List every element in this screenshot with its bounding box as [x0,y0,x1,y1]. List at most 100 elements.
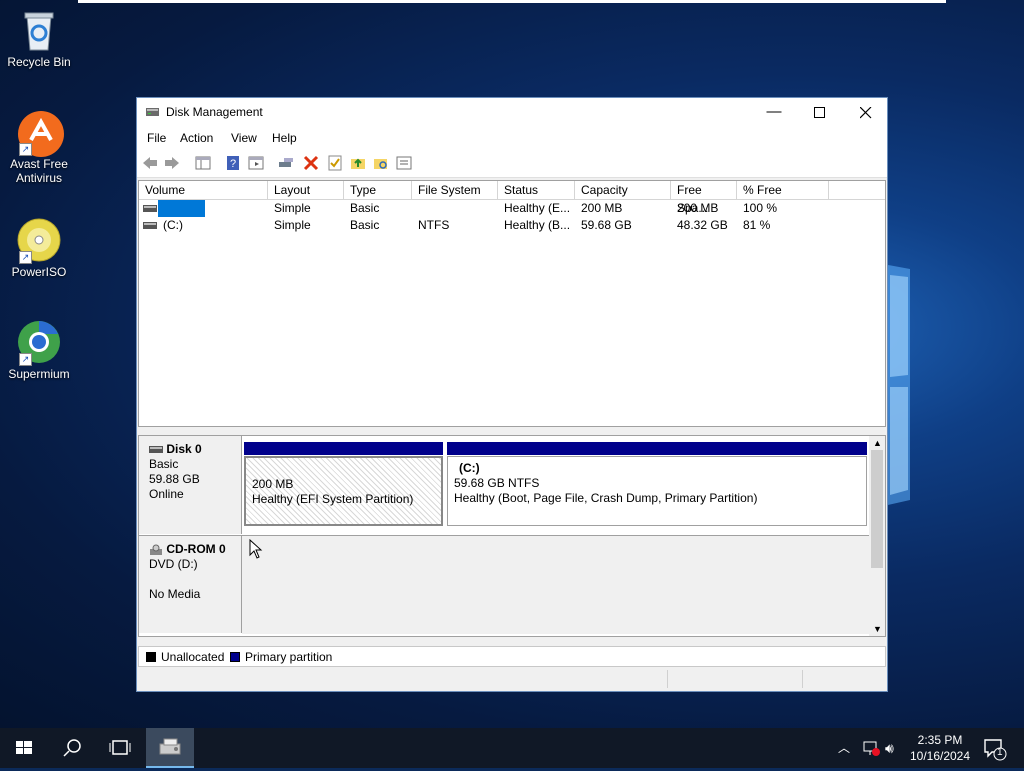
disk-management-icon [146,108,159,116]
status-divider [802,670,803,688]
desktop-icon-label: PowerISO [11,265,67,279]
shortcut-arrow-icon: ↗ [19,251,32,264]
column-file-system[interactable]: File System [412,181,498,199]
taskbar-disk-management[interactable] [146,728,194,768]
desktop-icon-recycle-bin[interactable]: Recycle Bin [1,8,77,69]
cell-file-system [412,200,498,217]
shortcut-arrow-icon: ↗ [19,353,32,366]
console-tree-icon[interactable] [194,154,212,172]
scroll-thumb[interactable] [871,450,883,568]
column-volume[interactable]: Volume [139,181,268,199]
partition-title [252,462,435,477]
column-status[interactable]: Status [498,181,575,199]
disk-icon [149,446,163,454]
desktop-icon-label: Supermium [8,367,70,381]
scroll-down-icon[interactable]: ▼ [873,624,882,634]
folder-search-icon[interactable] [372,154,390,172]
c-partition[interactable]: (C:) 59.68 GB NTFS Healthy (Boot, Page F… [447,456,867,526]
partition-size: 200 MB [252,477,294,491]
delete-icon[interactable] [302,154,320,172]
svg-text:?: ? [230,158,236,170]
clock-date: 10/16/2024 [909,749,971,763]
back-icon[interactable] [141,154,159,172]
disk-0-label[interactable]: Disk 0 Basic 59.88 GB Online [139,436,242,534]
partition-header-bar [244,442,443,455]
tray-chevron-icon[interactable]: ︿ [838,728,850,768]
cell-type: Basic [350,201,380,215]
desktop-icon-avast[interactable]: ↗ Avast Free Antivirus [1,110,77,185]
cell-capacity: 59.68 GB [581,218,632,232]
menu-bar: File Action View Help [137,128,887,149]
search-button[interactable] [48,728,96,768]
toolbar: ? [137,149,887,178]
start-button[interactable] [0,728,48,768]
volume-icon [143,222,157,229]
minimize-button[interactable]: — [751,98,797,128]
top-window-edge [78,0,946,3]
network-icon[interactable] [862,728,882,768]
menu-help[interactable]: Help [272,131,297,145]
partition-status: Healthy (Boot, Page File, Crash Dump, Pr… [454,491,758,505]
legend-unallocated: Unallocated [161,650,225,664]
maximize-button[interactable] [797,98,843,128]
status-divider [667,670,668,688]
legend-primary: Primary partition [245,650,333,664]
title-bar[interactable]: Disk Management — [137,98,887,128]
mouse-cursor [249,539,263,559]
cell-type: Basic [350,218,380,232]
disk-map-scrollbar[interactable]: ▲ ▼ [869,436,885,636]
volume-list-header: Volume Layout Type File System Status Ca… [139,181,885,215]
disk-management-taskbar-icon [159,738,181,755]
volume-name-selected[interactable] [158,200,205,217]
partition-title: (C:) [459,461,480,475]
efi-partition[interactable]: 200 MB Healthy (EFI System Partition) [244,456,443,526]
action-pane-icon[interactable] [247,154,265,172]
forward-icon[interactable] [163,154,181,172]
avast-icon: ↗ [17,110,64,157]
desktop-icon-label: Recycle Bin [7,55,71,69]
taskbar: ︿ 🔊︎ 2:35 PM 10/16/2024 1 [0,728,1024,768]
column-free-space[interactable]: Free Spa... [671,181,737,215]
scroll-up-icon[interactable]: ▲ [873,438,882,448]
action-center-button[interactable]: 1 [980,728,1010,768]
menu-action[interactable]: Action [180,131,213,145]
volume-icon[interactable]: 🔊︎ [885,728,894,768]
disk-map: Disk 0 Basic 59.88 GB Online 200 MB Heal… [138,435,886,637]
help-icon[interactable]: ? [224,154,242,172]
cdrom-0-area [242,535,870,634]
column-capacity[interactable]: Capacity [575,181,671,199]
menu-view[interactable]: View [231,131,257,145]
search-icon [63,739,81,757]
cell-layout: Simple [274,218,311,232]
settings-list-icon[interactable] [395,154,413,172]
cdrom-0-label[interactable]: CD-ROM 0 DVD (D:) No Media [139,535,242,633]
cdrom-icon [150,544,162,555]
disk-management-window: Disk Management — File Action View Help … [136,97,888,692]
disk-size: 59.88 GB [149,472,200,486]
primary-swatch [230,652,240,662]
properties-icon[interactable] [326,154,344,172]
clock[interactable]: 2:35 PM 10/16/2024 [906,728,974,768]
volume-row[interactable]: Simple Basic Healthy (E... 200 MB 200 MB… [139,200,885,217]
folder-up-icon[interactable] [349,154,367,172]
disk-0-partitions: 200 MB Healthy (EFI System Partition) (C… [242,436,870,534]
cdrom-size [149,572,241,587]
unallocated-swatch [146,652,156,662]
maximize-icon [814,107,825,118]
volume-list: Volume Layout Type File System Status Ca… [138,180,886,427]
desktop-icon-supermium[interactable]: ↗ Supermium [1,320,77,381]
menu-file[interactable]: File [147,131,166,145]
supermium-icon: ↗ [17,320,61,366]
volume-row[interactable]: (C:) Simple Basic NTFS Healthy (B... 59.… [139,217,885,234]
desktop-icon-poweriso[interactable]: ↗ PowerISO [1,218,77,279]
connect-drive-icon[interactable] [277,154,295,172]
cell-percent-free: 100 % [743,201,778,215]
task-view-button[interactable] [96,728,144,768]
close-button[interactable] [843,98,889,128]
legend: Unallocated Primary partition [138,646,886,667]
column-percent-free[interactable]: % Free [737,181,829,199]
cell-layout: Simple [274,201,311,215]
column-type[interactable]: Type [344,181,412,199]
status-bar [137,668,887,691]
column-layout[interactable]: Layout [268,181,344,199]
